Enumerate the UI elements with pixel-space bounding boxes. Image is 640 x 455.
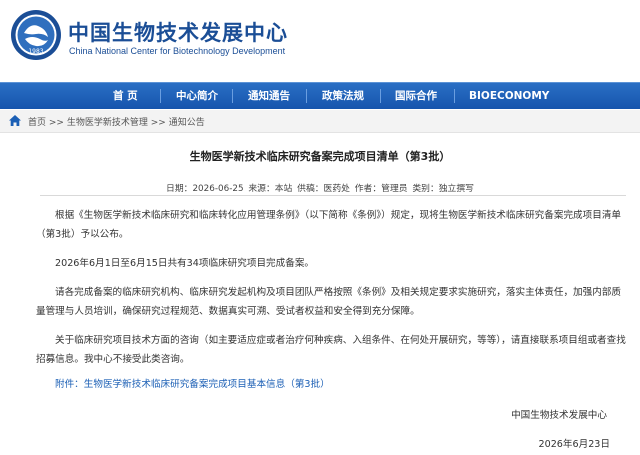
nav-notices[interactable]: 通知通告 xyxy=(248,83,290,109)
main-nav: 首 页 中心简介 通知通告 政策法规 国际合作 BIOECONOMY xyxy=(0,82,640,109)
nav-divider xyxy=(160,89,161,103)
logo-year: 1983 xyxy=(28,48,43,55)
breadcrumb: 首页 >> 生物医学新技术管理 >> 通知公告 xyxy=(0,110,640,133)
site-title: 中国生物技术发展中心 xyxy=(68,21,288,45)
meta-provider: 供稿：医药处 xyxy=(297,184,350,194)
breadcrumb-current[interactable]: 通知公告 xyxy=(169,118,205,128)
nav-divider xyxy=(454,89,455,103)
site-subtitle: China National Center for Biotechnology … xyxy=(69,46,286,56)
article-meta: 日期：2026-06-25 来源：本站 供稿：医药处 作者：管理员 类别：独立撰… xyxy=(0,181,640,194)
paragraph-intro: 根据《生物医学新技术临床研究和临床转化应用管理条例》（以下简称《条例》）规定，现… xyxy=(36,210,622,240)
meta-date: 日期：2026-06-25 xyxy=(166,184,244,194)
nav-divider xyxy=(232,89,233,103)
breadcrumb-home[interactable]: 首页 xyxy=(28,118,46,128)
signature: 中国生物技术发展中心 xyxy=(511,410,607,421)
nav-divider xyxy=(380,89,381,103)
nav-bioeconomy[interactable]: BIOECONOMY xyxy=(469,83,549,109)
nav-divider xyxy=(306,89,307,103)
meta-divider xyxy=(40,195,626,196)
breadcrumb-section[interactable]: 生物医学新技术管理 xyxy=(67,118,148,128)
paragraph-requirements: 请各完成备案的临床研究机构、临床研究发起机构及项目团队严格按照《条例》及相关规定… xyxy=(36,287,622,317)
nav-about[interactable]: 中心简介 xyxy=(176,83,218,109)
paragraph-consultation: 关于临床研究项目技术方面的咨询（如主要适应症或者治疗何种疾病、入组条件、在何处开… xyxy=(36,335,626,365)
signature-date: 2026年6月23日 xyxy=(538,439,610,450)
breadcrumb-separator: >> xyxy=(150,118,166,128)
nav-policies[interactable]: 政策法规 xyxy=(322,83,364,109)
meta-source: 来源：本站 xyxy=(248,184,293,194)
nav-home[interactable]: 首 页 xyxy=(113,83,138,109)
attachment-link[interactable]: 附件：生物医学新技术临床研究备案完成项目基本信息（第3批） xyxy=(55,376,330,390)
breadcrumb-separator: >> xyxy=(48,118,64,128)
article-title: 生物医学新技术临床研究备案完成项目清单（第3批） xyxy=(189,150,451,163)
paragraph-count: 2026年6月1日至6月15日共有34项临床研究项目完成备案。 xyxy=(55,258,315,269)
meta-author: 作者：管理员 xyxy=(354,184,408,194)
cncbd-logo-icon[interactable]: 1983 xyxy=(10,9,62,61)
site-header: 1983 中国生物技术发展中心 China National Center fo… xyxy=(0,0,640,82)
meta-category: 类别：独立撰写 xyxy=(412,184,474,194)
nav-international[interactable]: 国际合作 xyxy=(395,83,437,109)
home-icon[interactable] xyxy=(8,114,22,127)
